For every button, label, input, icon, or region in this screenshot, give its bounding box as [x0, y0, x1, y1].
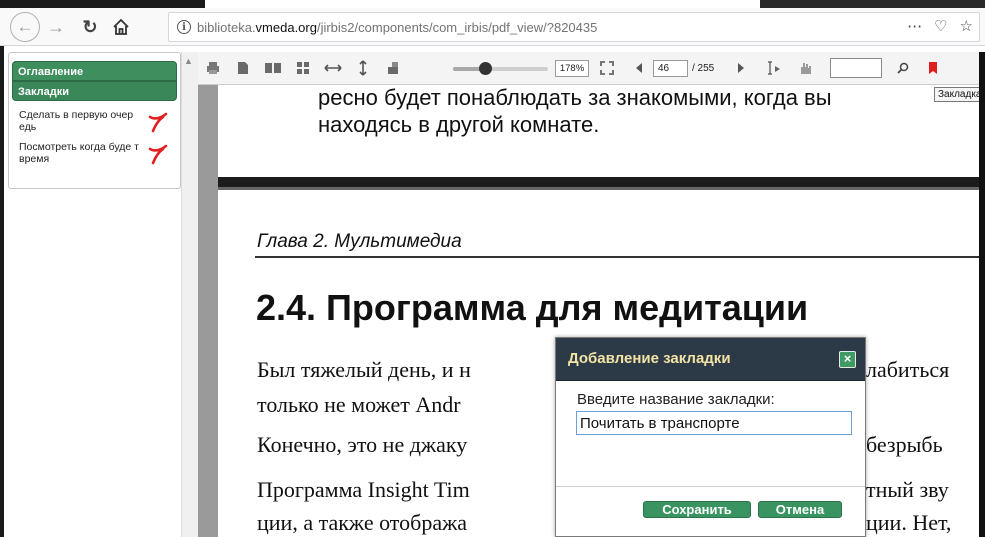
scroll-up-icon[interactable]: ▲ [184, 56, 193, 66]
body-line: ции, а также отобража [257, 510, 468, 535]
window-edge-left [0, 46, 4, 537]
zoom-slider[interactable] [453, 67, 548, 71]
prev-page-icon[interactable] [630, 60, 648, 76]
dialog-divider [556, 486, 865, 487]
home-button[interactable] [108, 12, 134, 42]
tab-contents[interactable]: Оглавление [12, 61, 177, 81]
rotate-icon[interactable] [384, 60, 402, 76]
chapter-title: Глава 2. Мультимедиа [257, 231, 462, 252]
single-page-icon[interactable] [234, 60, 252, 76]
back-button[interactable]: ← [10, 12, 40, 42]
body-line: только не может Andr [257, 392, 461, 417]
fit-width-icon[interactable] [324, 60, 342, 76]
sidebar: Оглавление Закладки Сделать в первую оче… [8, 52, 181, 189]
page-number-input[interactable] [653, 60, 688, 77]
sidebar-background [8, 189, 181, 537]
body-line-tail: ции. Нет, [866, 510, 952, 535]
delete-bookmark-icon[interactable] [147, 143, 169, 165]
dialog-title: Добавление закладки [568, 350, 731, 367]
bookmark-name-input[interactable] [576, 411, 852, 435]
body-line-tail: безрыбь [866, 432, 943, 457]
add-bookmark-dialog: Добавление закладки × Введите название з… [555, 337, 866, 537]
fit-height-icon[interactable] [354, 60, 372, 76]
browser-toolbar: ← → ↻ i biblioteka. vmeda.org/jirbis2/com… [0, 8, 985, 46]
document-gutter [198, 85, 218, 537]
search-input[interactable] [830, 58, 882, 78]
reload-button[interactable]: ↻ [78, 12, 102, 42]
forward-button[interactable]: → [44, 12, 68, 42]
bookmark-label[interactable]: Сделать в первую очер едь [19, 109, 141, 133]
tab-bookmarks[interactable]: Закладки [12, 81, 177, 101]
zoom-value[interactable]: 178% [555, 60, 589, 77]
delete-bookmark-icon[interactable] [147, 111, 169, 133]
body-line: Был тяжелый день, и н [257, 357, 471, 382]
search-icon[interactable] [894, 60, 912, 76]
bookmark-label[interactable]: Посмотреть когда буде т время [19, 141, 141, 165]
bookmark-tooltip: Закладка [934, 87, 985, 102]
fullscreen-icon[interactable] [598, 60, 616, 76]
grid-view-icon[interactable] [294, 60, 312, 76]
url-actions: ⋯ ♡ ☆ [907, 17, 973, 35]
url-path: /jirbis2/components/com_irbis/pdf_view/?… [316, 19, 598, 35]
print-icon[interactable] [204, 60, 222, 76]
home-icon [113, 18, 129, 35]
text-select-icon[interactable] [764, 60, 782, 76]
save-button[interactable]: Сохранить [643, 501, 751, 518]
page1-line: ресно будет понаблюдать за знакомыми, ко… [318, 85, 832, 110]
body-line: Программа Insight Tim [257, 477, 470, 502]
zoom-slider-thumb[interactable] [479, 62, 492, 75]
pocket-icon[interactable]: ♡ [934, 17, 947, 35]
sidebar-scrollbar[interactable]: ▲ [181, 52, 198, 537]
top-strip [0, 0, 985, 8]
screen: ← → ↻ i biblioteka. vmeda.org/jirbis2/com… [0, 0, 985, 537]
page-separator [218, 177, 985, 187]
window-edge-right [979, 52, 985, 537]
page-total: / 255 [692, 63, 715, 74]
section-heading: 2.4. Программа для медитации [256, 287, 809, 328]
close-icon[interactable]: × [839, 351, 856, 368]
page1-line: находясь в другой комнате. [318, 112, 600, 137]
address-bar[interactable]: i biblioteka. vmeda.org/jirbis2/component… [168, 12, 980, 42]
cancel-button[interactable]: Отмена [758, 501, 842, 518]
viewer-toolbar: 178% / 255 [198, 52, 985, 85]
chapter-rule [255, 256, 985, 258]
bookmark-item[interactable]: Сделать в первую очер едь [19, 109, 179, 133]
body-line: Конечно, это не джаку [257, 432, 468, 457]
bookmark-star-icon[interactable]: ☆ [960, 17, 973, 35]
url-prefix: biblioteka. [197, 19, 256, 35]
body-line-tail: тный зву [866, 477, 949, 502]
page-actions-icon[interactable]: ⋯ [907, 17, 922, 35]
page1-text: ресно будет понаблюдать за знакомыми, ко… [318, 84, 832, 138]
book-view-icon[interactable] [264, 60, 282, 76]
dialog-header: Добавление закладки × [556, 338, 865, 381]
url-domain: vmeda.org [255, 19, 317, 35]
hand-tool-icon[interactable] [796, 60, 814, 76]
next-page-icon[interactable] [732, 60, 750, 76]
bookmark-item[interactable]: Посмотреть когда буде т время [19, 141, 179, 165]
add-bookmark-icon[interactable] [924, 60, 942, 76]
info-icon[interactable]: i [177, 20, 191, 34]
bookmark-name-label: Введите название закладки: [577, 391, 775, 408]
body-line-tail: лабиться [866, 357, 950, 382]
